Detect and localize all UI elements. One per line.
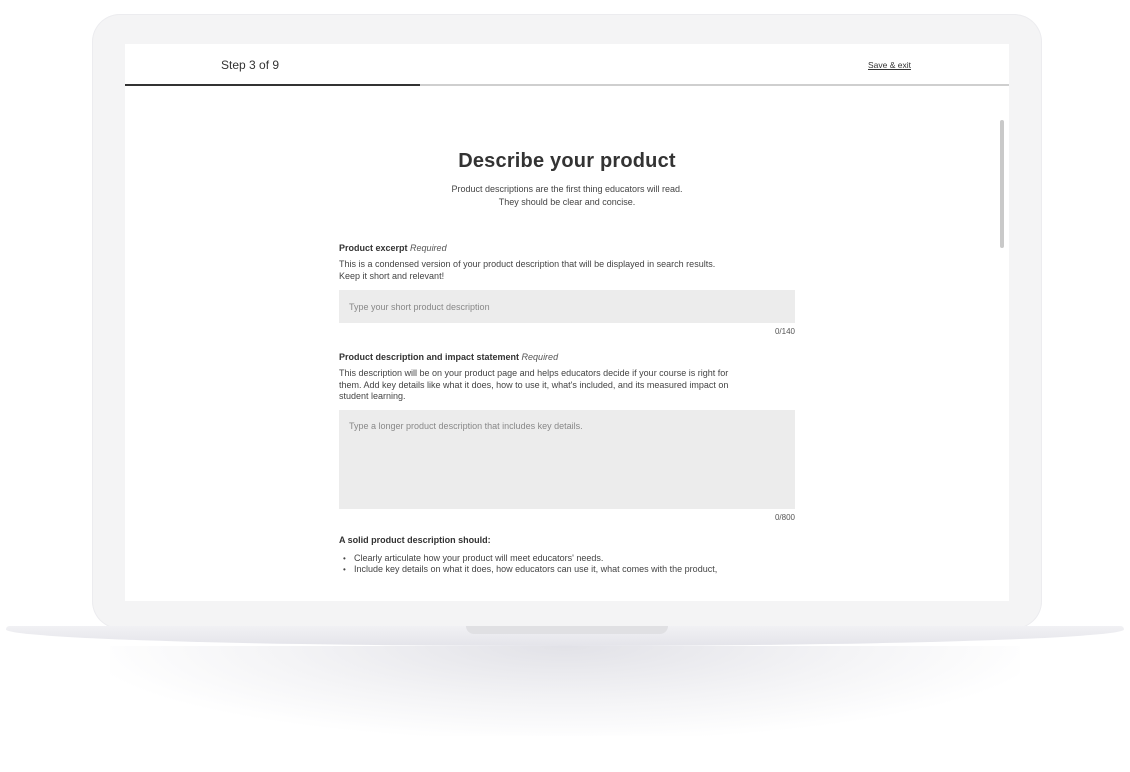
description-help-line: This description will be on your product… <box>339 368 729 378</box>
app-screen: Step 3 of 9 Save & exit Describe your pr… <box>125 44 1009 601</box>
laptop-shadow <box>110 646 1020 736</box>
description-required-tag: Required <box>521 352 559 362</box>
excerpt-help-line: Keep it short and relevant! <box>339 270 445 281</box>
scrollbar-thumb[interactable] <box>1000 120 1004 248</box>
excerpt-help-text: This is a condensed version of your prod… <box>339 259 795 282</box>
page-subtitle-line: Product descriptions are the first thing… <box>451 184 683 194</box>
step-indicator: Step 3 of 9 <box>221 58 280 72</box>
page-subtitle: Product descriptions are the first thing… <box>339 183 795 209</box>
guide-list-item: Include key details on what it does, how… <box>339 564 795 576</box>
form-content: Describe your product Product descriptio… <box>339 86 795 576</box>
laptop-notch <box>466 626 668 634</box>
laptop-mockup: Step 3 of 9 Save & exit Describe your pr… <box>0 0 1130 772</box>
guide-title: A solid product description should: <box>339 534 491 545</box>
save-exit-link[interactable]: Save & exit <box>868 60 911 70</box>
description-char-counter: 0/800 <box>774 512 795 522</box>
description-help-text: This description will be on your product… <box>339 368 795 403</box>
guide-list-item: Clearly articulate how your product will… <box>339 553 795 565</box>
guide-list: Clearly articulate how your product will… <box>339 553 795 576</box>
description-label: Product description and impact statement… <box>339 352 795 362</box>
page-title: Describe your product <box>458 150 676 172</box>
excerpt-label: Product excerpt Required <box>339 243 795 253</box>
description-label-text: Product description and impact statement <box>339 352 520 362</box>
description-textarea[interactable] <box>339 409 795 509</box>
wizard-header: Step 3 of 9 Save & exit <box>125 44 1009 86</box>
excerpt-char-counter: 0/140 <box>774 327 795 336</box>
description-help-line: them. Add key details like what it does,… <box>339 379 729 390</box>
excerpt-input[interactable] <box>339 290 795 323</box>
excerpt-label-text: Product excerpt <box>339 243 408 253</box>
excerpt-required-tag: Required <box>410 243 447 253</box>
page-subtitle-line: They should be clear and concise. <box>498 197 636 207</box>
description-help-line: student learning. <box>339 391 406 401</box>
excerpt-help-line: This is a condensed version of your prod… <box>339 259 716 269</box>
